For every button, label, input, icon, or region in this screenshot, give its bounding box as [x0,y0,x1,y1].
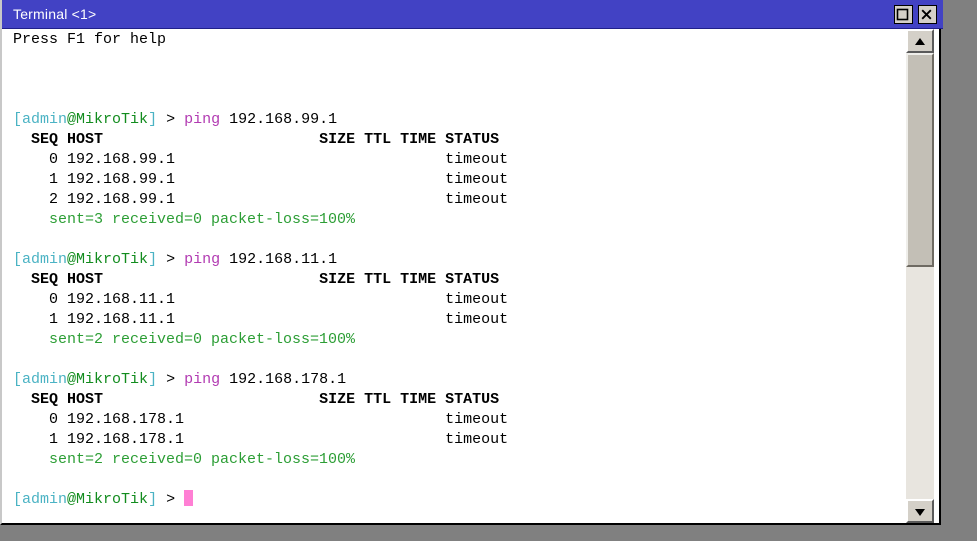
command-name: ping [184,251,221,268]
table-row: 0 192.168.178.1 timeout [13,410,903,430]
prompt-close-bracket: ] [148,371,158,388]
maximize-icon [896,8,909,21]
ping-summary-row: sent=2 received=0 packet-loss=100% [13,450,903,470]
row-seq-host: 1 192.168.99.1 [13,171,446,188]
prompt-at: @ [67,371,77,388]
row-seq-host: 1 192.168.178.1 [13,431,446,448]
scrollbar-thumb[interactable] [906,53,934,268]
table-header-row: SEQ HOST SIZE TTL TIME STATUS [13,270,903,290]
ping-summary-text: sent=2 received=0 packet-loss=100% [13,331,356,348]
command-name: ping [184,371,221,388]
row-status: timeout [445,171,509,188]
table-row: 1 192.168.11.1 timeout [13,310,903,330]
prompt-arrow: > [157,491,185,508]
prompt-arrow: > [157,111,185,128]
maximize-button[interactable] [894,5,913,24]
terminal-window: Terminal <1> Press F1 for help [admin@Mik… [0,0,943,525]
header-seq-host: SEQ HOST [13,391,320,408]
prompt-user: admin [22,251,68,268]
table-row: 0 192.168.11.1 timeout [13,290,903,310]
ping-summary-row: sent=3 received=0 packet-loss=100% [13,210,903,230]
scroll-down-button[interactable] [906,499,934,523]
prompt-at: @ [67,111,77,128]
row-status: timeout [445,191,509,208]
prompt-at: @ [67,491,77,508]
prompt-open-bracket: [ [13,371,23,388]
text-cursor [184,490,194,506]
prompt-host: MikroTik [76,251,149,268]
row-seq-host: 1 192.168.11.1 [13,311,446,328]
close-button[interactable] [918,5,937,24]
prompt-open-bracket: [ [13,491,23,508]
row-seq-host: 0 192.168.178.1 [13,411,446,428]
prompt-user: admin [22,111,68,128]
terminal-output: Press F1 for help [admin@MikroTik] > ping… [13,30,903,510]
prompt-at: @ [67,251,77,268]
header-seq-host: SEQ HOST [13,271,320,288]
command-argument: 192.168.99.1 [220,111,338,128]
table-header-row: SEQ HOST SIZE TTL TIME STATUS [13,390,903,410]
prompt-host: MikroTik [76,491,149,508]
header-status: STATUS [445,391,500,408]
prompt-arrow: > [157,251,185,268]
command-line: [admin@MikroTik] > ping 192.168.178.1 [13,370,903,390]
terminal-screen[interactable]: Press F1 for help [admin@MikroTik] > ping… [4,29,907,523]
row-status: timeout [445,431,509,448]
table-row: 1 192.168.99.1 timeout [13,170,903,190]
row-seq-host: 2 192.168.99.1 [13,191,446,208]
header-seq-host: SEQ HOST [13,131,320,148]
header-status: STATUS [445,131,500,148]
row-status: timeout [445,151,509,168]
row-status: timeout [445,311,509,328]
command-name: ping [184,111,221,128]
command-line: [admin@MikroTik] > ping 192.168.11.1 [13,250,903,270]
prompt-open-bracket: [ [13,251,23,268]
command-argument: 192.168.11.1 [220,251,338,268]
prompt-host: MikroTik [76,371,149,388]
active-prompt-line: [admin@MikroTik] > [13,490,903,510]
prompt-close-bracket: ] [148,251,158,268]
command-line: [admin@MikroTik] > ping 192.168.99.1 [13,110,903,130]
window-title-bar[interactable]: Terminal <1> [2,0,943,29]
help-text: Press F1 for help [13,31,167,48]
table-header-row: SEQ HOST SIZE TTL TIME STATUS [13,130,903,150]
help-line: Press F1 for help [13,30,903,50]
prompt-close-bracket: ] [148,111,158,128]
scroll-up-arrow-icon [915,38,925,45]
scroll-up-button[interactable] [906,29,934,53]
close-icon [921,9,932,20]
table-row: 0 192.168.99.1 timeout [13,150,903,170]
header-status: STATUS [445,271,500,288]
header-size-ttl-time: SIZE TTL TIME [319,271,446,288]
ping-summary-text: sent=2 received=0 packet-loss=100% [13,451,356,468]
prompt-arrow: > [157,371,185,388]
header-size-ttl-time: SIZE TTL TIME [319,131,446,148]
row-seq-host: 0 192.168.11.1 [13,291,446,308]
vertical-scrollbar[interactable] [903,29,937,523]
prompt-user: admin [22,491,68,508]
table-row: 1 192.168.178.1 timeout [13,430,903,450]
prompt-close-bracket: ] [148,491,158,508]
header-size-ttl-time: SIZE TTL TIME [319,391,446,408]
prompt-open-bracket: [ [13,111,23,128]
row-status: timeout [445,411,509,428]
scroll-down-arrow-icon [915,509,925,516]
prompt-user: admin [22,371,68,388]
row-status: timeout [445,291,509,308]
ping-summary-row: sent=2 received=0 packet-loss=100% [13,330,903,350]
command-argument: 192.168.178.1 [220,371,347,388]
prompt-host: MikroTik [76,111,149,128]
row-seq-host: 0 192.168.99.1 [13,151,446,168]
table-row: 2 192.168.99.1 timeout [13,190,903,210]
ping-summary-text: sent=3 received=0 packet-loss=100% [13,211,356,228]
window-title: Terminal <1> [13,6,97,22]
